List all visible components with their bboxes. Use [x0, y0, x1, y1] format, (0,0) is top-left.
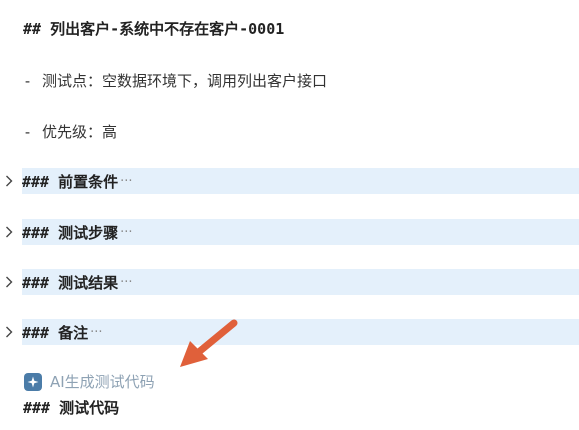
bullet-priority: - 优先级：高	[23, 121, 117, 142]
section-notes[interactable]: ### 备注 ···	[0, 319, 579, 345]
ai-generate-label: AI生成测试代码	[50, 373, 155, 391]
chevron-right-icon[interactable]	[0, 168, 18, 194]
collapsed-ellipsis[interactable]: ···	[120, 225, 132, 240]
bullet-dash: -	[23, 72, 33, 90]
section-test-results[interactable]: ### 测试结果 ···	[0, 269, 579, 295]
case-heading: ## 列出客户-系统中不存在客户-0001	[23, 20, 285, 38]
collapsed-ellipsis[interactable]: ···	[120, 174, 132, 189]
sparkle-icon	[24, 372, 42, 391]
bullet-text: 测试点：空数据环境下，调用列出客户接口	[42, 72, 328, 90]
section-test-steps[interactable]: ### 测试步骤 ···	[0, 219, 579, 245]
bullet-test-point: - 测试点：空数据环境下，调用列出客户接口	[23, 70, 327, 91]
chevron-right-icon[interactable]	[0, 319, 18, 345]
bullet-text: 优先级：高	[42, 123, 118, 141]
ai-generate-test-code-button[interactable]: AI生成测试代码	[24, 371, 155, 392]
chevron-right-icon[interactable]	[0, 219, 18, 245]
collapsed-ellipsis[interactable]: ···	[90, 325, 102, 340]
section-title: ### 前置条件	[22, 172, 119, 191]
section-title: ### 测试结果	[22, 273, 119, 292]
section-preconditions[interactable]: ### 前置条件 ···	[0, 168, 579, 194]
section-highlight	[22, 319, 579, 345]
section-title: ### 备注	[22, 323, 89, 342]
annotation-arrow-icon	[180, 319, 238, 367]
collapsed-ellipsis[interactable]: ···	[120, 275, 132, 290]
section-title: ### 测试步骤	[22, 223, 119, 242]
chevron-right-icon[interactable]	[0, 269, 18, 295]
bullet-dash: -	[23, 123, 33, 141]
test-code-heading: ### 测试代码	[23, 399, 120, 417]
